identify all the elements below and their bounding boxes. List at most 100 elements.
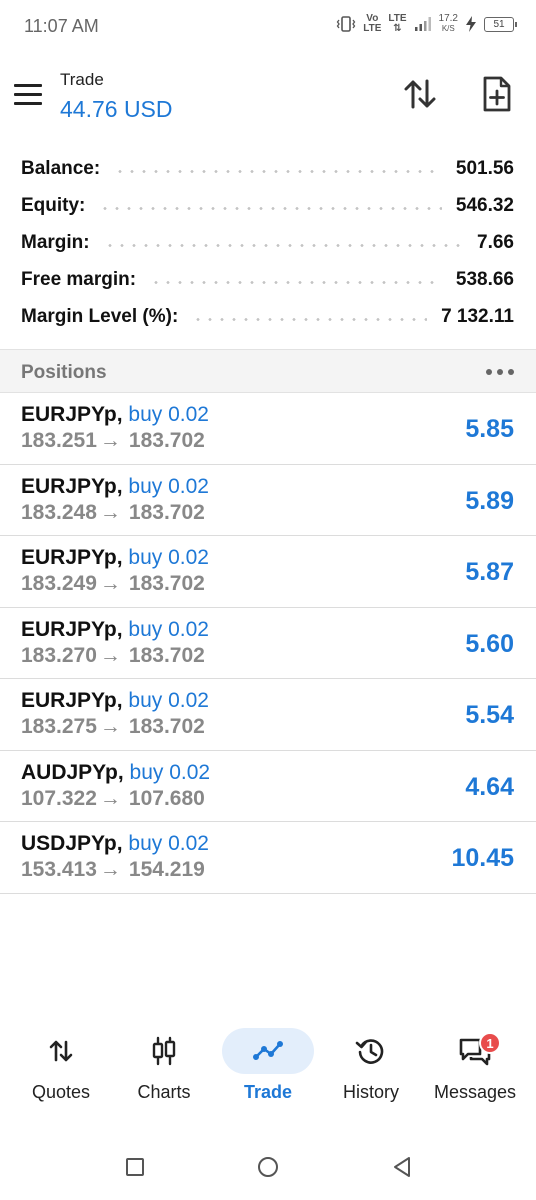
dotted-leader bbox=[114, 170, 442, 173]
dotted-leader bbox=[192, 318, 428, 321]
price-arrow-icon: → bbox=[99, 572, 121, 595]
history-icon bbox=[355, 1039, 384, 1064]
position-profit: 10.45 bbox=[451, 844, 514, 872]
summary-value: 538.66 bbox=[455, 268, 514, 290]
position-symbol: EURJPYp, bbox=[21, 546, 123, 569]
dotted-leader bbox=[150, 281, 442, 284]
position-side: buy 0.02 bbox=[128, 617, 209, 641]
summary-value: 7.66 bbox=[477, 231, 514, 253]
sort-button[interactable] bbox=[400, 74, 440, 114]
status-time: 11:07 AM bbox=[24, 16, 99, 36]
summary-row-balance: Balance: 501.56 bbox=[0, 150, 536, 187]
more-dots-icon bbox=[486, 369, 492, 375]
recents-button[interactable] bbox=[120, 1152, 150, 1182]
position-symbol: EURJPYp, bbox=[21, 617, 123, 641]
nav-item-history[interactable]: History bbox=[321, 1022, 421, 1112]
position-symbol: EURJPYp, bbox=[21, 403, 123, 426]
position-row[interactable]: USDJPYp, buy 0.02 153.413 → 154.219 10.45 bbox=[0, 822, 536, 894]
messages-badge: 1 bbox=[479, 1032, 501, 1054]
position-symbol: AUDJPYp, bbox=[21, 760, 124, 784]
positions-list: EURJPYp, buy 0.02 183.251 → 183.702 5.85 E… bbox=[0, 393, 536, 894]
position-current-price: 183.702 bbox=[128, 715, 205, 738]
home-icon bbox=[258, 1157, 278, 1177]
price-arrow-icon: → bbox=[99, 643, 121, 667]
position-current-price: 183.702 bbox=[128, 643, 205, 667]
position-profit: 5.87 bbox=[465, 558, 514, 586]
charts-icon bbox=[152, 1036, 176, 1066]
hamburger-icon-bar bbox=[14, 101, 42, 105]
recents-icon bbox=[126, 1158, 144, 1176]
position-symbol: USDJPYp, bbox=[21, 832, 123, 855]
position-open-price: 183.251 bbox=[21, 429, 97, 452]
dotted-leader bbox=[103, 244, 464, 247]
position-row[interactable]: EURJPYp, buy 0.02 183.270 → 183.702 5.60 bbox=[0, 608, 536, 679]
summary-value: 501.56 bbox=[455, 157, 514, 179]
position-profit: 5.60 bbox=[465, 629, 514, 658]
trade-icon bbox=[253, 1041, 283, 1060]
summary-row-equity: Equity: 546.32 bbox=[0, 187, 536, 224]
position-profit: 4.64 bbox=[465, 772, 514, 801]
hamburger-icon-bar bbox=[14, 92, 42, 96]
position-open-price: 107.322 bbox=[21, 786, 97, 810]
nav-label: Trade bbox=[243, 1082, 293, 1102]
signal-icon bbox=[414, 16, 432, 32]
price-arrow-icon: → bbox=[99, 500, 121, 524]
position-open-price: 183.248 bbox=[21, 500, 97, 524]
position-side: buy 0.02 bbox=[128, 403, 209, 426]
summary-label: Equity: bbox=[21, 194, 86, 216]
nav-item-charts[interactable]: Charts bbox=[114, 1022, 214, 1112]
page-title: Trade bbox=[60, 70, 104, 89]
more-dots-icon bbox=[497, 369, 503, 375]
price-arrow-icon: → bbox=[99, 858, 121, 881]
summary-label: Margin: bbox=[21, 231, 90, 253]
new-order-button[interactable] bbox=[477, 74, 517, 114]
price-arrow-icon: → bbox=[99, 429, 121, 452]
position-open-price: 153.413 bbox=[21, 858, 97, 881]
position-side: buy 0.02 bbox=[129, 760, 211, 784]
position-current-price: 154.219 bbox=[128, 858, 205, 881]
menu-button[interactable] bbox=[14, 78, 46, 110]
dotted-leader bbox=[99, 207, 442, 210]
hamburger-icon-bar bbox=[14, 83, 42, 87]
positions-title: Positions bbox=[21, 362, 107, 383]
account-summary: Balance: 501.56 Equity: 546.32 Margin: 7… bbox=[0, 150, 536, 335]
position-side: buy 0.02 bbox=[128, 689, 209, 712]
position-row[interactable]: EURJPYp, buy 0.02 183.251 → 183.702 5.85 bbox=[0, 393, 536, 465]
position-side: buy 0.02 bbox=[128, 546, 209, 569]
nav-label: Quotes bbox=[31, 1082, 91, 1102]
more-options-button[interactable] bbox=[486, 364, 514, 380]
vibrate-icon bbox=[336, 16, 356, 32]
summary-value: 546.32 bbox=[455, 194, 514, 216]
price-arrow-icon: → bbox=[99, 786, 121, 810]
back-button[interactable] bbox=[387, 1152, 417, 1182]
network-speed: 17.2 K/S bbox=[438, 13, 458, 34]
summary-value: 7 132.11 bbox=[441, 305, 514, 327]
price-arrow-icon: → bbox=[99, 715, 121, 738]
position-row[interactable]: EURJPYp, buy 0.02 183.248 → 183.702 5.89 bbox=[0, 465, 536, 536]
nav-item-quotes[interactable]: Quotes bbox=[11, 1022, 111, 1112]
summary-label: Free margin: bbox=[21, 268, 137, 290]
nav-label: Charts bbox=[137, 1082, 191, 1102]
position-current-price: 107.680 bbox=[128, 786, 205, 810]
position-row[interactable]: EURJPYp, buy 0.02 183.275 → 183.702 5.54 bbox=[0, 679, 536, 751]
status-icons: Vo LTE LTE ⇅ 17.2 K/S 51 bbox=[336, 13, 517, 34]
nav-item-trade[interactable]: Trade bbox=[218, 1022, 318, 1112]
position-side: buy 0.02 bbox=[128, 474, 209, 498]
status-bar: 11:07 AM Vo LTE LTE ⇅ 17.2 K/S 51 bbox=[0, 0, 536, 56]
summary-row-free-margin: Free margin: 538.66 bbox=[0, 261, 536, 298]
charging-icon bbox=[465, 16, 477, 32]
nav-item-messages[interactable]: 1 Messages bbox=[425, 1022, 525, 1112]
home-button[interactable] bbox=[253, 1152, 283, 1182]
position-profit: 5.85 bbox=[465, 415, 514, 443]
position-open-price: 183.249 bbox=[21, 572, 97, 595]
sort-arrows-icon bbox=[404, 79, 436, 109]
header-amount: 44.76 USD bbox=[60, 96, 173, 122]
nav-label: History bbox=[342, 1082, 399, 1102]
lte-indicator: LTE ⇅ bbox=[388, 13, 407, 34]
bottom-nav: Quotes Charts Trade History 1 Messages bbox=[0, 1022, 536, 1112]
position-side: buy 0.02 bbox=[128, 832, 209, 855]
position-row[interactable]: AUDJPYp, buy 0.02 107.322 → 107.680 4.64 bbox=[0, 751, 536, 822]
position-row[interactable]: EURJPYp, buy 0.02 183.249 → 183.702 5.87 bbox=[0, 536, 536, 608]
position-symbol: EURJPYp, bbox=[21, 474, 123, 498]
battery-icon: 51 bbox=[484, 16, 517, 32]
